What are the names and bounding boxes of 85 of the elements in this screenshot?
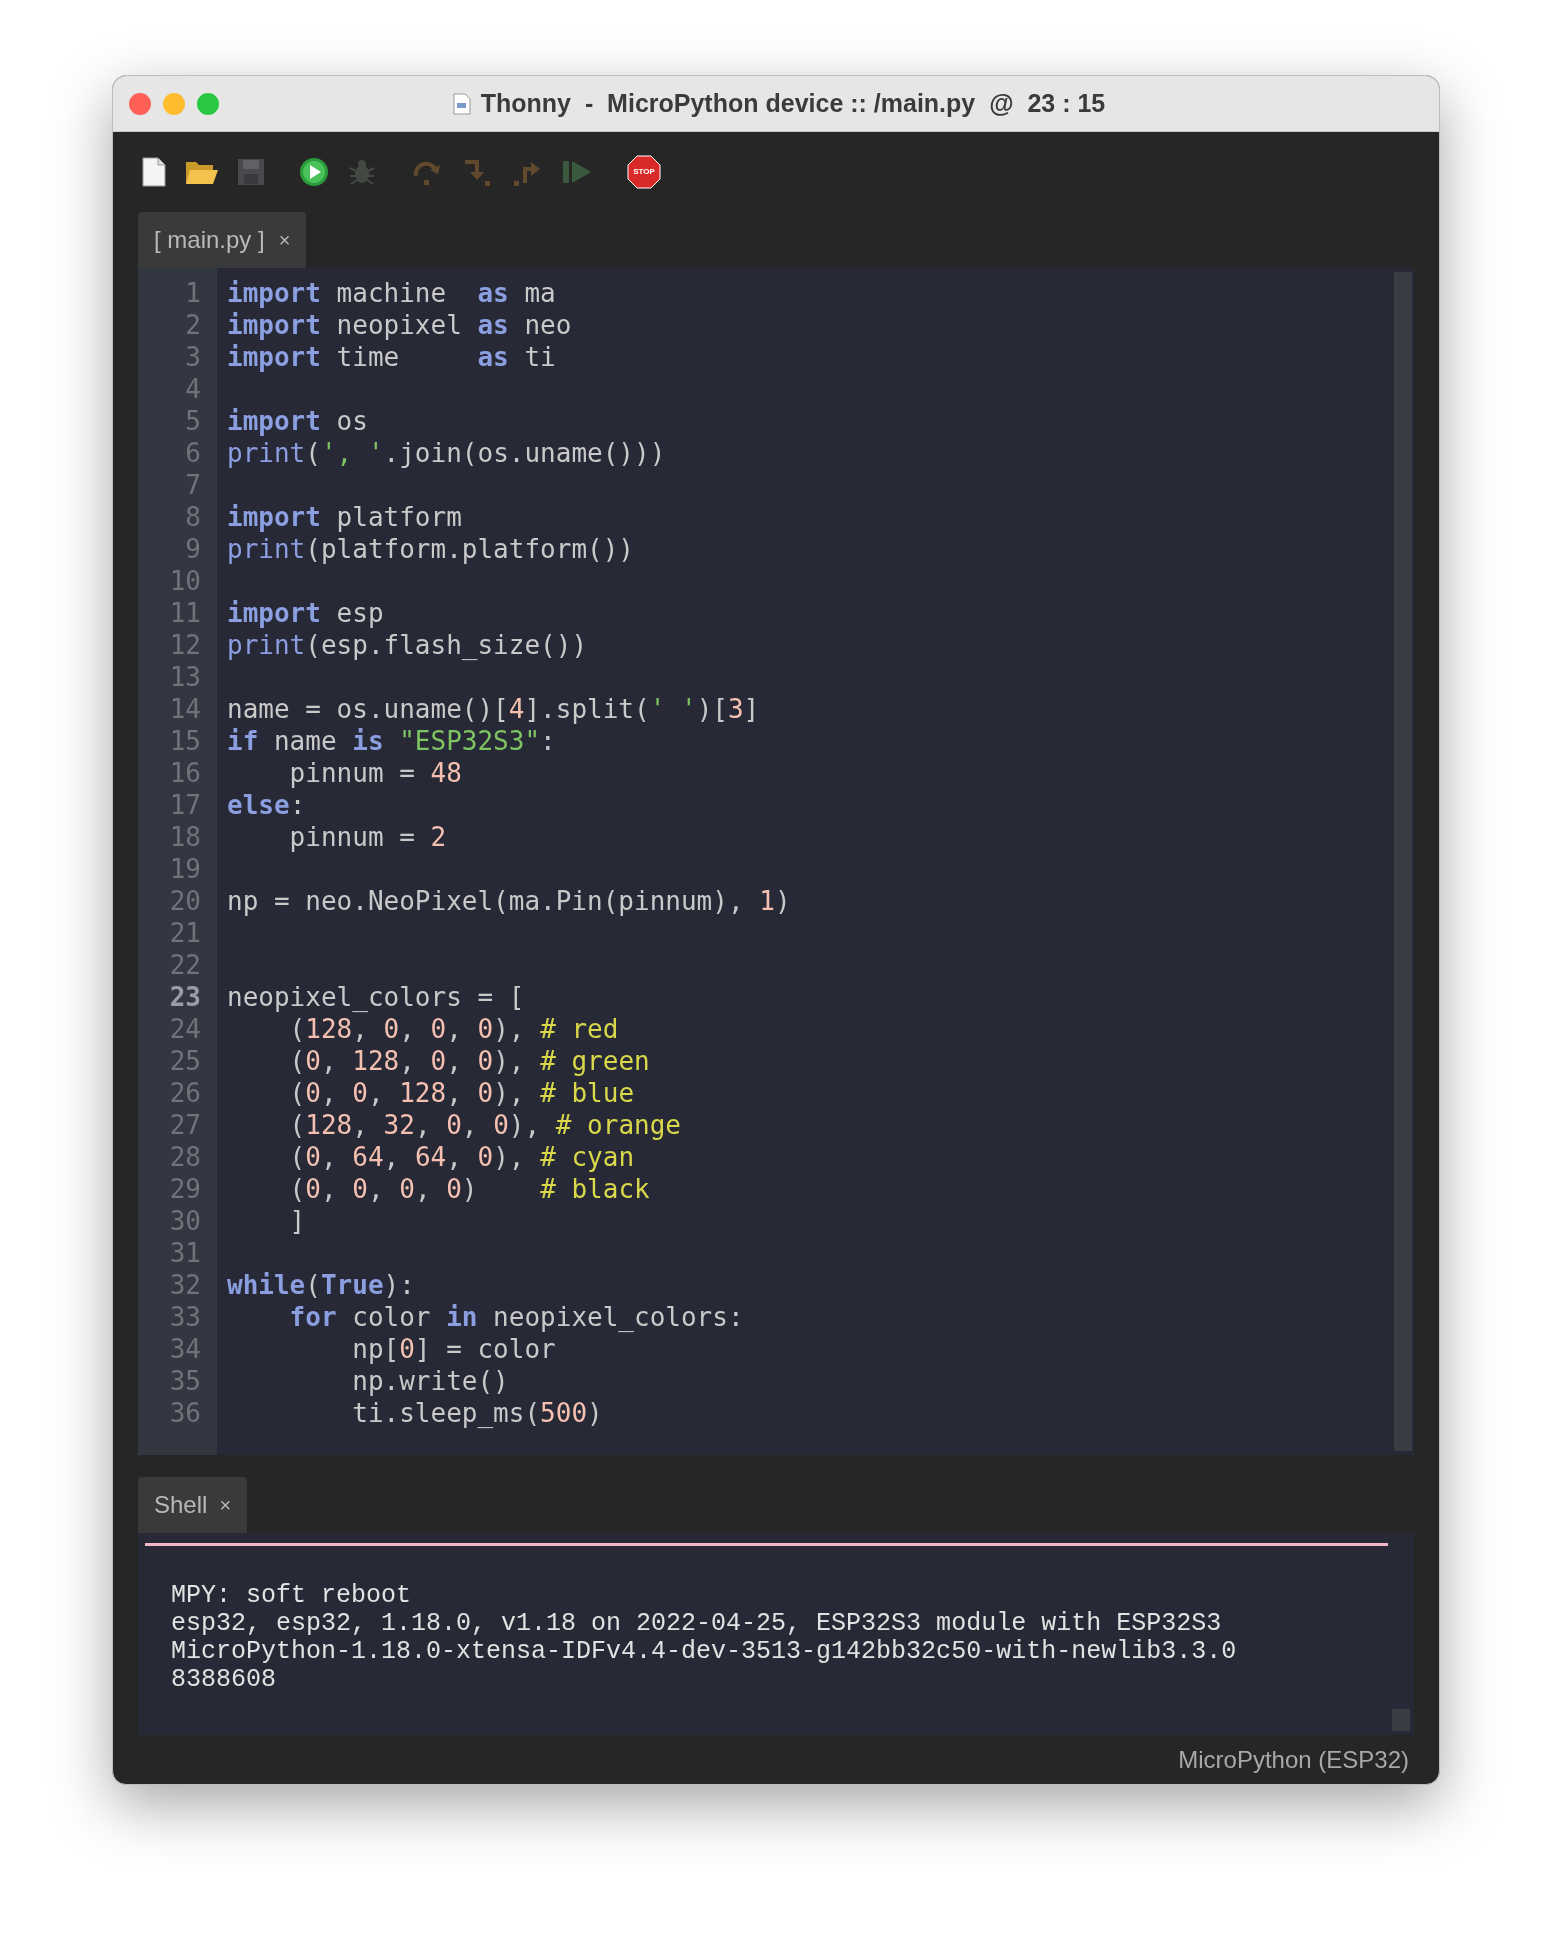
code-line: (0, 64, 64, 0), # cyan xyxy=(288,1141,635,1173)
line-number: 15 xyxy=(168,725,202,757)
window-title: Thonny - MicroPython device :: /main.py @ 23 : 15 xyxy=(480,87,1106,119)
line-number: 7 xyxy=(184,469,202,501)
new-file-icon[interactable] xyxy=(141,157,167,187)
line-number: 35 xyxy=(168,1365,202,1397)
line-number: 32 xyxy=(168,1269,202,1301)
line-number: 2 xyxy=(184,309,202,341)
code-line: import platform xyxy=(227,501,462,533)
shell-output-line: 8388608 xyxy=(171,1666,278,1694)
minimize-window-button[interactable] xyxy=(163,92,185,115)
editor-tab[interactable]: [ main.py ] × xyxy=(138,212,307,268)
code-line: print(platform.platform()) xyxy=(227,533,634,565)
line-number: 22 xyxy=(168,949,202,981)
shell-panel[interactable]: MPY: soft reboot esp32, esp32, 1.18.0, v1.18 on 2022-04-25, ESP32S3 module with ESP32S3 MicroPython-1.18.0-xtensa-IDFv4.4-dev-3513-g142bb32c50-with-newlib3.3.0 8388608 xyxy=(138,1533,1414,1735)
line-number: 30 xyxy=(168,1205,202,1237)
line-number: 27 xyxy=(168,1109,202,1141)
code-line: if name is "ESP32S3": xyxy=(227,725,556,757)
code-line: ti.sleep_ms(500) xyxy=(351,1397,603,1429)
line-number: 25 xyxy=(168,1045,202,1077)
line-number: 14 xyxy=(168,693,202,725)
tab-label: [ main.py ] xyxy=(154,225,265,255)
code-line: (128, 32, 0, 0), # orange xyxy=(288,1109,681,1141)
line-number: 6 xyxy=(184,437,202,469)
shell-output-line: MicroPython-1.18.0-xtensa-IDFv4.4-dev-3513-g142bb32c50-with-newlib3.3.0 xyxy=(171,1638,1238,1666)
code-line: for color in neopixel_colors: xyxy=(288,1301,744,1333)
line-number: 3 xyxy=(184,341,202,373)
line-number: 16 xyxy=(168,757,202,789)
code-line: np.write() xyxy=(351,1365,509,1397)
line-number: 29 xyxy=(168,1173,202,1205)
tab-label: Shell xyxy=(154,1490,208,1520)
line-number: 31 xyxy=(168,1237,202,1269)
code-line: import os xyxy=(227,405,368,437)
line-number: 33 xyxy=(168,1301,202,1333)
line-number: 26 xyxy=(168,1077,202,1109)
code-line: import time as ti xyxy=(227,341,556,373)
code-line: (0, 0, 128, 0), # blue xyxy=(288,1077,635,1109)
zoom-window-button[interactable] xyxy=(197,92,219,115)
line-number: 13 xyxy=(168,661,202,693)
line-number: 20 xyxy=(168,885,202,917)
code-line: name = os.uname()[4].split(' ')[3] xyxy=(227,693,760,725)
code-line: import esp xyxy=(227,597,384,629)
interpreter-status[interactable]: MicroPython (ESP32) xyxy=(1178,1741,1409,1778)
shell-output-line: MPY: soft reboot xyxy=(171,1582,413,1610)
line-number: 36 xyxy=(168,1397,202,1429)
line-number: 10 xyxy=(168,565,202,597)
line-number: 12 xyxy=(168,629,202,661)
code-line: else: xyxy=(227,789,306,821)
line-number: 24 xyxy=(168,1013,202,1045)
line-number: 19 xyxy=(168,853,202,885)
stop-button[interactable]: STOP xyxy=(627,155,661,189)
code-line: neopixel_colors = [ xyxy=(227,981,525,1013)
code-line: (128, 0, 0, 0), # red xyxy=(288,1013,619,1045)
document-icon xyxy=(452,92,471,115)
line-number: 17 xyxy=(168,789,202,821)
line-number: 28 xyxy=(168,1141,202,1173)
code-line: np[0] = color xyxy=(351,1333,556,1365)
code-line: (0, 128, 0, 0), # green xyxy=(288,1045,650,1077)
play-icon[interactable] xyxy=(299,157,329,187)
tab-close-button[interactable]: × xyxy=(278,225,291,255)
line-number: 18 xyxy=(168,821,202,853)
code-line: print(', '.join(os.uname())) xyxy=(227,437,666,469)
code-line: ] xyxy=(288,1205,306,1237)
code-line: np = neo.NeoPixel(ma.Pin(pinnum), 1) xyxy=(227,885,791,917)
line-number: 5 xyxy=(184,405,202,437)
tab-close-button[interactable]: × xyxy=(219,1490,232,1520)
code-line: pinnum = 48 xyxy=(288,757,462,789)
line-number: 34 xyxy=(168,1333,202,1365)
line-number: 23 xyxy=(168,981,202,1013)
shell-tab[interactable]: Shell × xyxy=(138,1477,248,1533)
line-number: 8 xyxy=(184,501,202,533)
code-line: import neopixel as neo xyxy=(227,309,572,341)
code-line: import machine as ma xyxy=(227,277,556,309)
line-number: 1 xyxy=(184,277,202,309)
shell-output-line: esp32, esp32, 1.18.0, v1.18 on 2022-04-25, ESP32S3 module with ESP32S3 xyxy=(171,1610,1223,1638)
close-window-button[interactable] xyxy=(129,92,151,115)
line-number: 4 xyxy=(184,373,202,405)
code-line: while(True): xyxy=(227,1269,415,1301)
code-editor[interactable] xyxy=(138,268,1414,1455)
code-line: print(esp.flash_size()) xyxy=(227,629,588,661)
line-number: 21 xyxy=(168,917,202,949)
line-number: 9 xyxy=(184,533,202,565)
code-line: (0, 0, 0, 0) # black xyxy=(288,1173,650,1205)
code-line: pinnum = 2 xyxy=(288,821,447,853)
line-number: 11 xyxy=(168,597,202,629)
